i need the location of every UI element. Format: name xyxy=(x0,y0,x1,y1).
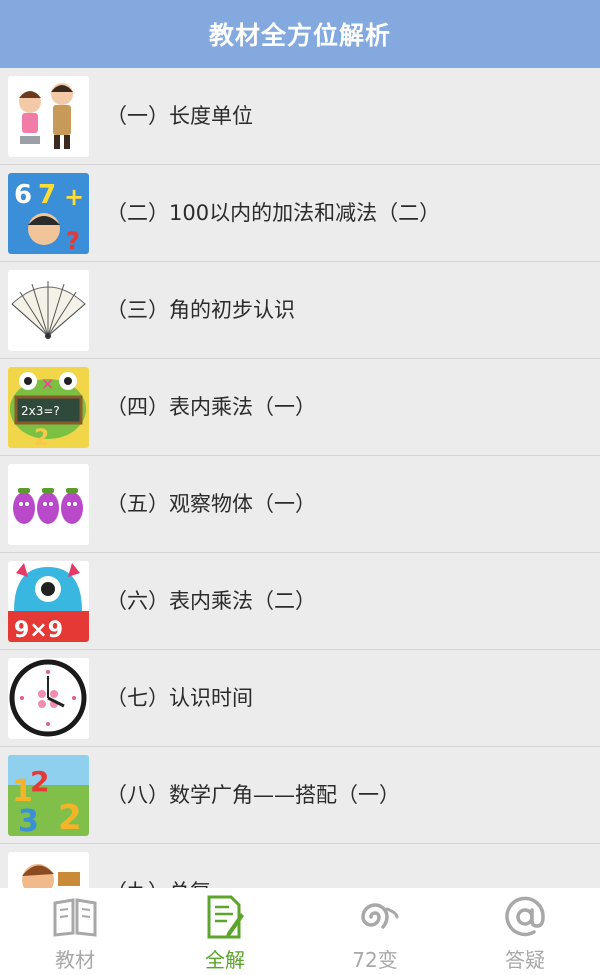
list-item[interactable]: 1 2 3 2 （八）数学广角——搭配（一） xyxy=(0,747,600,844)
list-item-label: （七）认识时间 xyxy=(106,686,253,710)
tab-label: 答疑 xyxy=(505,948,545,972)
list-item-label: （五）观察物体（一） xyxy=(106,492,316,516)
svg-text:2x3=?: 2x3=? xyxy=(21,404,60,418)
list-item-label: （八）数学广角——搭配（一） xyxy=(106,783,400,807)
app-header: 教材全方位解析 xyxy=(0,0,600,68)
svg-text:?: ? xyxy=(66,227,80,254)
book-icon xyxy=(51,894,99,940)
chapter-list[interactable]: （一）长度单位 6 7 + ? （二）100以内的加法和减法（二） （三）角的初… xyxy=(0,68,600,888)
numbers-boy-icon: 6 7 + ? xyxy=(8,173,89,254)
svg-text:2: 2 xyxy=(58,798,82,836)
swirl-icon xyxy=(351,894,399,940)
list-item-label: （一）长度单位 xyxy=(106,104,253,128)
list-item[interactable]: （九）总复 xyxy=(0,844,600,888)
svg-text:7: 7 xyxy=(38,180,56,210)
svg-text:×: × xyxy=(41,374,54,393)
tab-label: 教材 xyxy=(55,948,95,972)
list-item[interactable]: 9×9 （六）表内乘法（二） xyxy=(0,553,600,650)
list-item[interactable]: × 2x3=? 2 （四）表内乘法（一） xyxy=(0,359,600,456)
list-item[interactable]: （五）观察物体（一） xyxy=(0,456,600,553)
list-item[interactable]: （七）认识时间 xyxy=(0,650,600,747)
tab-72-changes[interactable]: 72变 xyxy=(300,888,450,975)
tab-textbook[interactable]: 教材 xyxy=(0,888,150,975)
at-icon xyxy=(501,894,549,940)
list-item[interactable]: 6 7 + ? （二）100以内的加法和减法（二） xyxy=(0,165,600,262)
tab-full-analysis[interactable]: 全解 xyxy=(150,888,300,975)
fan-icon xyxy=(8,270,89,351)
tab-qa[interactable]: 答疑 xyxy=(450,888,600,975)
cartoon-man-icon xyxy=(8,852,89,888)
tab-label: 72变 xyxy=(352,948,398,972)
list-item-label: （二）100以内的加法和减法（二） xyxy=(106,201,441,225)
svg-text:+: + xyxy=(64,183,84,211)
frog-blackboard-icon: × 2x3=? 2 xyxy=(8,367,89,448)
svg-text:2: 2 xyxy=(34,426,49,448)
list-item[interactable]: （三）角的初步认识 xyxy=(0,262,600,359)
bottom-tab-bar: 教材 全解 72变 答疑 xyxy=(0,888,600,975)
list-item-label: （九）总复 xyxy=(106,844,211,888)
monster-9x9-icon: 9×9 xyxy=(8,561,89,642)
list-item[interactable]: （一）长度单位 xyxy=(0,68,600,165)
svg-text:2: 2 xyxy=(30,765,49,798)
number-characters-icon: 1 2 3 2 xyxy=(8,755,89,836)
svg-text:3: 3 xyxy=(18,804,39,836)
svg-text:9×9: 9×9 xyxy=(14,618,63,642)
tab-label: 全解 xyxy=(205,948,245,972)
list-item-label: （六）表内乘法（二） xyxy=(106,589,316,613)
svg-text:6: 6 xyxy=(14,180,32,210)
clock-icon xyxy=(8,658,89,739)
purple-figures-icon xyxy=(8,464,89,545)
list-item-label: （三）角的初步认识 xyxy=(106,298,295,322)
document-pen-icon xyxy=(201,894,249,940)
list-item-label: （四）表内乘法（一） xyxy=(106,395,316,419)
page-title: 教材全方位解析 xyxy=(208,21,391,50)
kids-measuring-icon xyxy=(8,76,89,157)
